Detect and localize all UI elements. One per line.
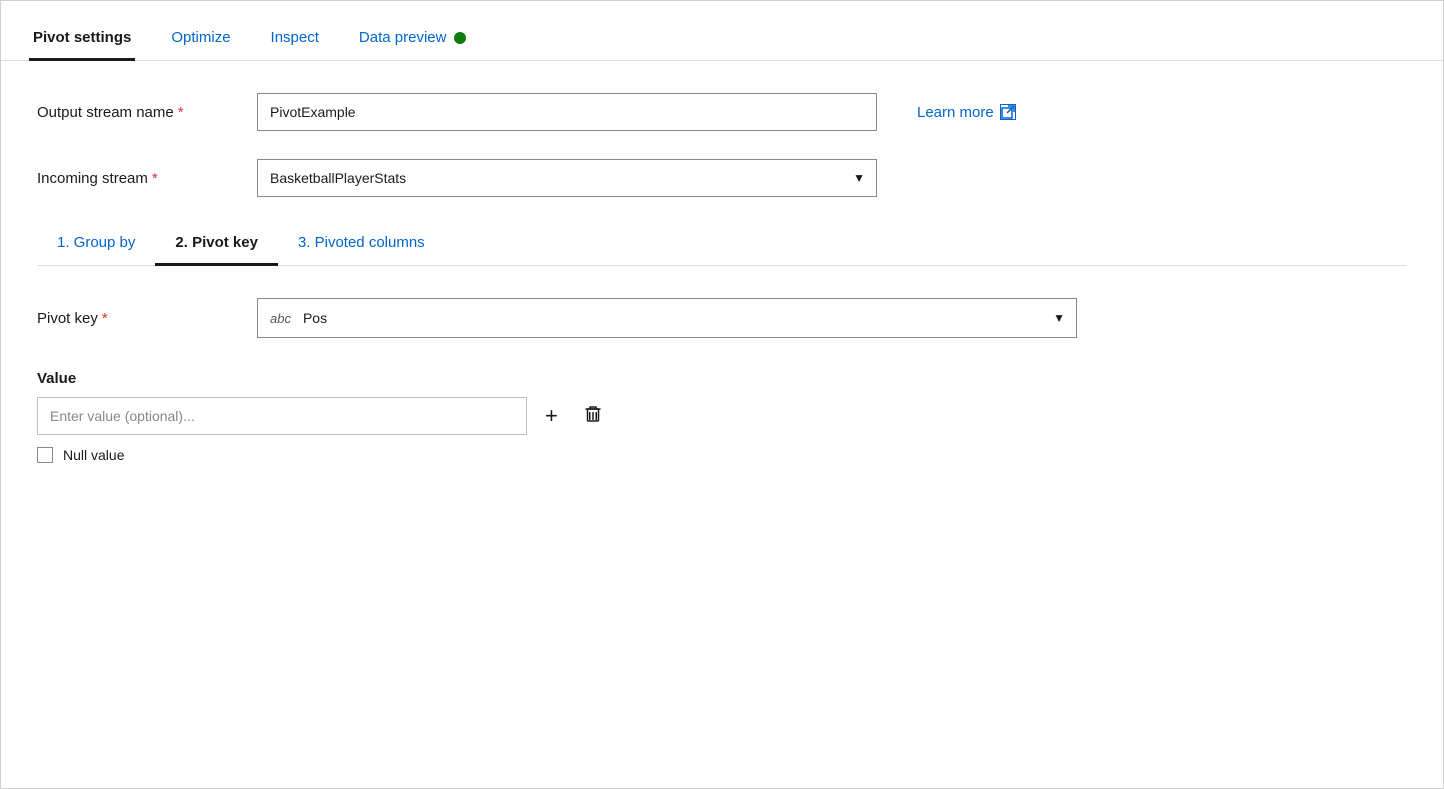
value-section-label: Value	[37, 370, 1407, 387]
trash-icon	[582, 403, 604, 430]
sub-tab-pivoted-columns-label: 3. Pivoted columns	[298, 234, 425, 251]
sub-tab-bar: 1. Group by 2. Pivot key 3. Pivoted colu…	[37, 225, 1407, 266]
incoming-stream-label: Incoming stream *	[37, 170, 257, 187]
output-stream-input[interactable]	[257, 93, 877, 131]
add-value-button[interactable]: +	[539, 401, 564, 431]
incoming-stream-row: Incoming stream * BasketballPlayerStats …	[37, 159, 1407, 197]
learn-more-label: Learn more	[917, 104, 994, 121]
null-value-row: Null value	[37, 447, 1407, 463]
data-preview-status-dot	[454, 32, 466, 44]
tab-data-preview[interactable]: Data preview	[355, 29, 471, 61]
incoming-stream-label-text: Incoming stream	[37, 170, 148, 187]
incoming-stream-select-wrapper: BasketballPlayerStats ▼	[257, 159, 877, 197]
pivot-key-select-box[interactable]: abc Pos	[257, 298, 1077, 338]
sub-tab-pivot-key-label: 2. Pivot key	[175, 234, 258, 251]
output-stream-label: Output stream name *	[37, 104, 257, 121]
null-value-label: Null value	[63, 447, 124, 463]
tab-optimize-label: Optimize	[171, 29, 230, 46]
tab-inspect-label: Inspect	[271, 29, 319, 46]
null-value-checkbox[interactable]	[37, 447, 53, 463]
output-stream-label-text: Output stream name	[37, 104, 174, 121]
tab-optimize[interactable]: Optimize	[167, 29, 234, 61]
pivot-key-required-star: *	[102, 310, 108, 327]
pivot-key-abc-badge: abc	[270, 311, 291, 326]
value-input[interactable]	[37, 397, 527, 435]
pivot-key-selected-value: Pos	[303, 310, 327, 326]
content-area: Output stream name * Learn more Incoming…	[1, 61, 1443, 495]
sub-tab-pivot-key[interactable]: 2. Pivot key	[155, 226, 278, 266]
incoming-stream-select[interactable]: BasketballPlayerStats	[257, 159, 877, 197]
add-icon: +	[545, 405, 558, 427]
pivot-key-select-wrapper: abc Pos ▼	[257, 298, 1077, 338]
delete-value-button[interactable]	[576, 399, 610, 434]
incoming-stream-required-star: *	[152, 170, 158, 187]
external-link-icon	[1000, 104, 1016, 120]
tab-data-preview-label: Data preview	[359, 29, 447, 46]
pivot-key-row: Pivot key * abc Pos ▼	[37, 298, 1407, 338]
tab-inspect[interactable]: Inspect	[267, 29, 323, 61]
learn-more-link[interactable]: Learn more	[917, 104, 1016, 121]
value-row: +	[37, 397, 1407, 435]
pivot-key-label: Pivot key *	[37, 310, 257, 327]
value-section: Value +	[37, 370, 1407, 463]
sub-tab-pivoted-columns[interactable]: 3. Pivoted columns	[278, 226, 445, 266]
tab-pivot-settings-label: Pivot settings	[33, 29, 131, 46]
sub-tab-group-by[interactable]: 1. Group by	[37, 226, 155, 266]
output-stream-row: Output stream name * Learn more	[37, 93, 1407, 131]
tab-pivot-settings[interactable]: Pivot settings	[29, 29, 135, 61]
top-tab-bar: Pivot settings Optimize Inspect Data pre…	[1, 1, 1443, 61]
output-stream-required-star: *	[178, 104, 184, 121]
pivot-key-label-text: Pivot key	[37, 310, 98, 327]
sub-tab-group-by-label: 1. Group by	[57, 234, 135, 251]
